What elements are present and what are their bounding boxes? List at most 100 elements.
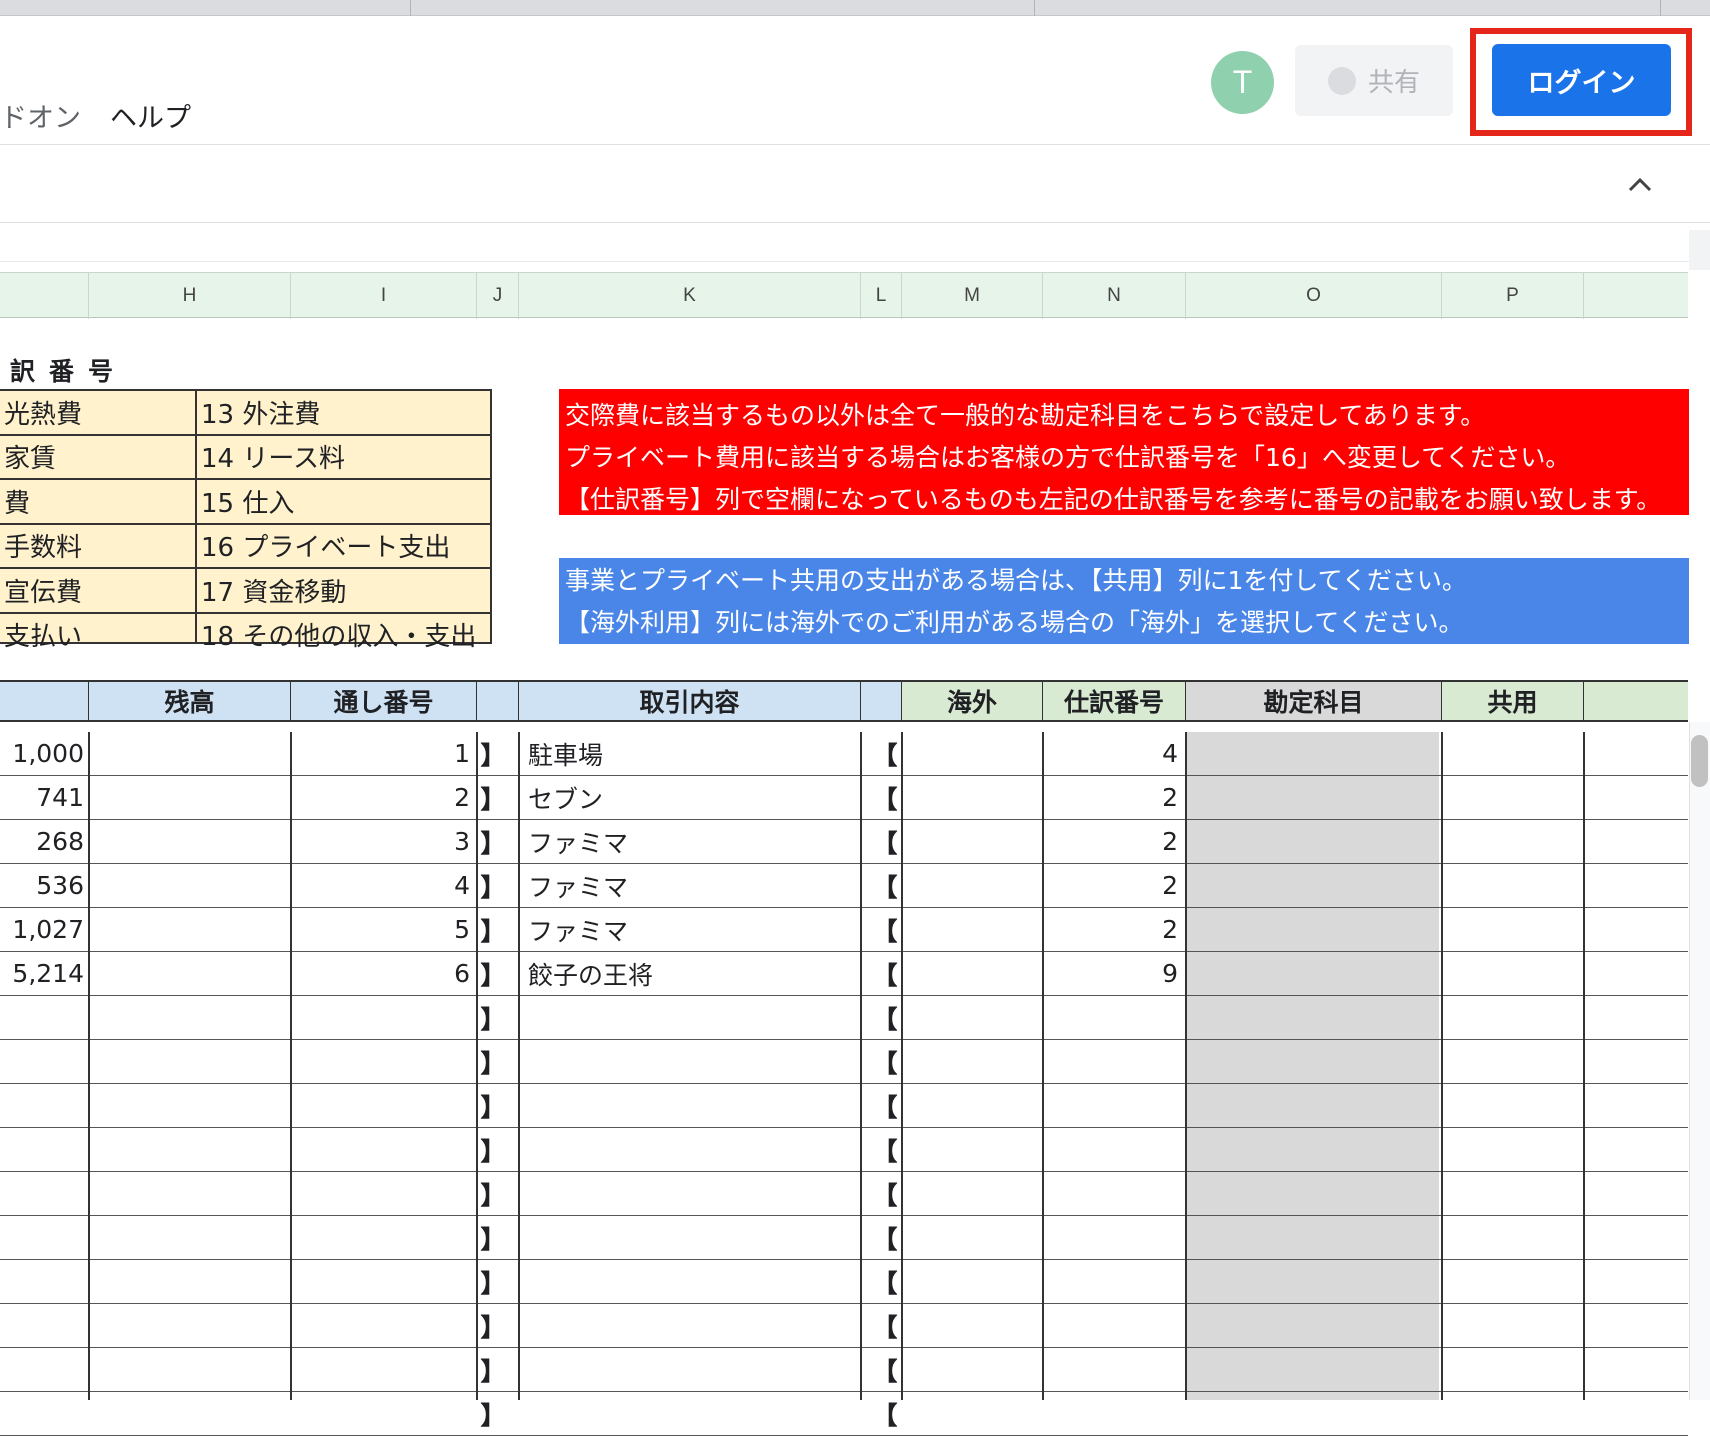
balance-cell[interactable] xyxy=(90,1084,290,1127)
account-cell[interactable] xyxy=(1187,908,1441,951)
serial-cell[interactable] xyxy=(292,1172,470,1215)
description-cell[interactable]: 餃子の王将 xyxy=(520,952,860,995)
login-button[interactable]: ログイン xyxy=(1492,44,1671,116)
balance-cell[interactable] xyxy=(90,1260,290,1303)
open-bracket-cell[interactable]: 【 xyxy=(870,1348,900,1391)
description-cell[interactable] xyxy=(520,1172,860,1215)
shared-cell[interactable] xyxy=(1443,1392,1583,1435)
journal-number-cell[interactable] xyxy=(1044,1392,1178,1435)
open-bracket-cell[interactable]: 【 xyxy=(870,1392,900,1435)
serial-cell[interactable] xyxy=(292,996,470,1039)
journal-number-cell[interactable] xyxy=(1044,1216,1178,1259)
close-bracket-cell[interactable]: 】 xyxy=(478,1084,508,1127)
account-cell[interactable] xyxy=(1187,776,1441,819)
journal-number-cell[interactable]: 2 xyxy=(1044,776,1178,819)
balance-cell[interactable] xyxy=(90,952,290,995)
chevron-up-icon[interactable] xyxy=(1625,170,1655,200)
description-cell[interactable] xyxy=(520,1392,860,1435)
balance-cell[interactable] xyxy=(90,1348,290,1391)
shared-cell[interactable] xyxy=(1443,776,1583,819)
amount-cell[interactable]: 268 xyxy=(0,820,84,863)
balance-cell[interactable] xyxy=(90,1304,290,1347)
overseas-cell[interactable] xyxy=(903,1084,1042,1127)
header-cell-shared[interactable]: 共用 xyxy=(1442,680,1584,722)
journal-number-cell[interactable]: 2 xyxy=(1044,820,1178,863)
close-bracket-cell[interactable]: 】 xyxy=(478,1216,508,1259)
account-cell[interactable] xyxy=(1187,820,1441,863)
overseas-cell[interactable] xyxy=(903,1172,1042,1215)
close-bracket-cell[interactable]: 】 xyxy=(478,820,508,863)
overseas-cell[interactable] xyxy=(903,1260,1042,1303)
overseas-cell[interactable] xyxy=(903,732,1042,775)
open-bracket-cell[interactable]: 【 xyxy=(870,732,900,775)
balance-cell[interactable] xyxy=(90,732,290,775)
account-cell[interactable] xyxy=(1187,1172,1441,1215)
header-cell-overseas[interactable]: 海外 xyxy=(902,680,1043,722)
journal-number-cell[interactable] xyxy=(1044,1084,1178,1127)
balance-cell[interactable] xyxy=(90,908,290,951)
header-cell-description[interactable]: 取引内容 xyxy=(519,680,861,722)
column-header-i[interactable]: I xyxy=(291,273,477,319)
amount-cell[interactable] xyxy=(0,1304,84,1347)
header-cell-g[interactable] xyxy=(0,680,89,722)
balance-cell[interactable] xyxy=(90,1216,290,1259)
amount-cell[interactable] xyxy=(0,1084,84,1127)
amount-cell[interactable]: 741 xyxy=(0,776,84,819)
header-cell-account[interactable]: 勘定科目 xyxy=(1186,680,1442,722)
close-bracket-cell[interactable]: 】 xyxy=(478,864,508,907)
account-cell[interactable] xyxy=(1187,1304,1441,1347)
close-bracket-cell[interactable]: 】 xyxy=(478,996,508,1039)
balance-cell[interactable] xyxy=(90,864,290,907)
vertical-scrollbar[interactable] xyxy=(1689,722,1710,1400)
column-header-n[interactable]: N xyxy=(1043,273,1186,319)
overseas-cell[interactable] xyxy=(903,952,1042,995)
shared-cell[interactable] xyxy=(1443,952,1583,995)
journal-number-cell[interactable]: 2 xyxy=(1044,864,1178,907)
description-cell[interactable]: 駐車場 xyxy=(520,732,860,775)
journal-number-cell[interactable] xyxy=(1044,1260,1178,1303)
open-bracket-cell[interactable]: 【 xyxy=(870,1260,900,1303)
scrollbar-thumb[interactable] xyxy=(1691,735,1708,787)
formula-bar[interactable] xyxy=(0,230,1690,262)
header-cell-l[interactable] xyxy=(861,680,902,722)
serial-cell[interactable]: 6 xyxy=(292,952,470,995)
journal-number-cell[interactable]: 2 xyxy=(1044,908,1178,951)
close-bracket-cell[interactable]: 】 xyxy=(478,732,508,775)
serial-cell[interactable] xyxy=(292,1216,470,1259)
shared-cell[interactable] xyxy=(1443,908,1583,951)
overseas-cell[interactable] xyxy=(903,1348,1042,1391)
column-header-g[interactable] xyxy=(0,273,89,319)
balance-cell[interactable] xyxy=(90,820,290,863)
open-bracket-cell[interactable]: 【 xyxy=(870,864,900,907)
journal-number-cell[interactable] xyxy=(1044,1348,1178,1391)
close-bracket-cell[interactable]: 】 xyxy=(478,1348,508,1391)
column-header-p[interactable]: P xyxy=(1442,273,1584,319)
open-bracket-cell[interactable]: 【 xyxy=(870,1304,900,1347)
shared-cell[interactable] xyxy=(1443,1304,1583,1347)
column-header-o[interactable]: O xyxy=(1186,273,1442,319)
open-bracket-cell[interactable]: 【 xyxy=(870,908,900,951)
overseas-cell[interactable] xyxy=(903,1392,1042,1435)
overseas-cell[interactable] xyxy=(903,1128,1042,1171)
shared-cell[interactable] xyxy=(1443,820,1583,863)
column-header-m[interactable]: M xyxy=(902,273,1043,319)
open-bracket-cell[interactable]: 【 xyxy=(870,1128,900,1171)
serial-cell[interactable] xyxy=(292,1304,470,1347)
serial-cell[interactable]: 4 xyxy=(292,864,470,907)
journal-number-cell[interactable]: 9 xyxy=(1044,952,1178,995)
header-cell-q[interactable] xyxy=(1584,680,1688,722)
open-bracket-cell[interactable]: 【 xyxy=(870,996,900,1039)
journal-number-cell[interactable] xyxy=(1044,1172,1178,1215)
shared-cell[interactable] xyxy=(1443,732,1583,775)
description-cell[interactable] xyxy=(520,996,860,1039)
overseas-cell[interactable] xyxy=(903,908,1042,951)
account-cell[interactable] xyxy=(1187,1040,1441,1083)
serial-cell[interactable]: 5 xyxy=(292,908,470,951)
amount-cell[interactable]: 1,000 xyxy=(0,732,84,775)
description-cell[interactable] xyxy=(520,1304,860,1347)
column-header-q[interactable] xyxy=(1584,273,1688,319)
amount-cell[interactable] xyxy=(0,1348,84,1391)
amount-cell[interactable] xyxy=(0,1040,84,1083)
open-bracket-cell[interactable]: 【 xyxy=(870,1040,900,1083)
journal-number-cell[interactable] xyxy=(1044,1040,1178,1083)
